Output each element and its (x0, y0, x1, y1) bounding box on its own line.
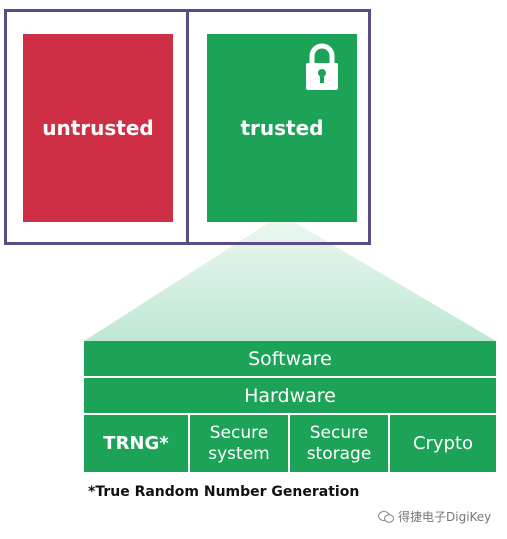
secure-storage-line2: storage (306, 443, 372, 464)
trng-cell: TRNG* (84, 415, 188, 472)
secure-system-line1: Secure (209, 422, 269, 443)
frame-divider (186, 9, 189, 245)
watermark: 得捷电子DigiKey (378, 508, 491, 525)
secure-storage-cell: Secure storage (288, 415, 388, 472)
secure-system-line2: system (208, 443, 270, 464)
lock-icon (306, 43, 338, 90)
footnote: *True Random Number Generation (88, 484, 360, 500)
crypto-cell: Crypto (388, 415, 496, 472)
hardware-layer: Hardware (84, 378, 496, 415)
secure-system-cell: Secure system (188, 415, 288, 472)
untrusted-zone: untrusted (23, 34, 173, 222)
crypto-label: Crypto (412, 433, 474, 454)
untrusted-label: untrusted (42, 116, 154, 140)
software-label: Software (248, 347, 332, 370)
watermark-text: 得捷电子DigiKey (398, 510, 492, 524)
trusted-label: trusted (240, 116, 324, 140)
software-layer: Software (84, 341, 496, 378)
hardware-label: Hardware (244, 384, 336, 407)
trusted-stack: Software Hardware TRNG* Secure system Se… (84, 341, 496, 472)
secure-storage-line1: Secure (309, 422, 369, 443)
wechat-icon (378, 510, 394, 523)
trng-label: TRNG* (103, 433, 169, 454)
